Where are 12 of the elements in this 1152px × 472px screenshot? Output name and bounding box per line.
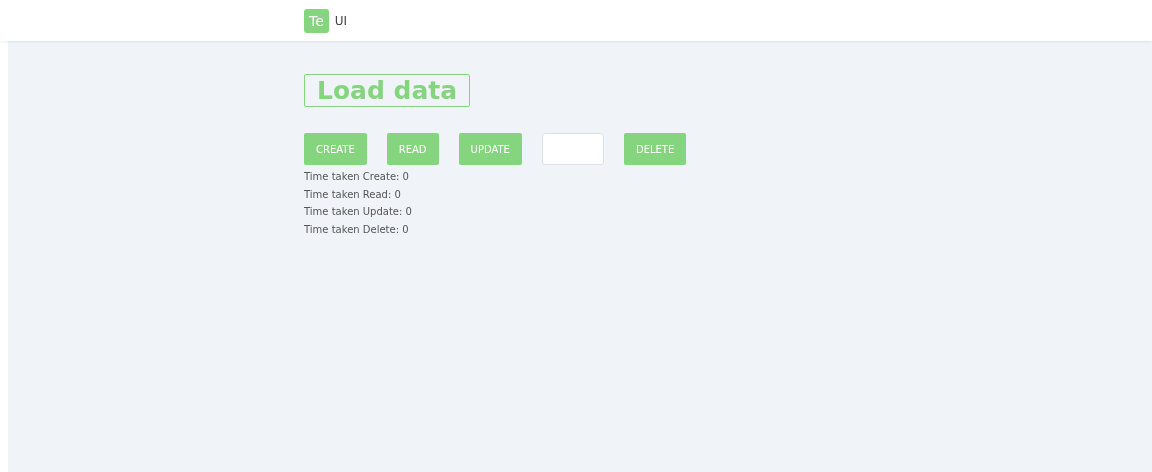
timing-text: Time taken Read: 0 (304, 187, 402, 202)
action-button[interactable]: DELETE (623, 133, 687, 165)
load-data-heading: Load data (304, 74, 471, 107)
timing-text: Time taken Delete: 0 (304, 222, 410, 237)
timing-text: Time taken Create: 0 (304, 170, 410, 184)
action-button[interactable]: READ (386, 133, 439, 165)
app-title: UI (334, 13, 348, 28)
logo-badge: Te (304, 8, 329, 33)
action-button[interactable]: UPDATE (458, 133, 522, 165)
action-button[interactable]: CREATE (304, 133, 367, 165)
input-field[interactable] (541, 133, 604, 165)
timing-text: Time taken Update: 0 (304, 205, 413, 219)
